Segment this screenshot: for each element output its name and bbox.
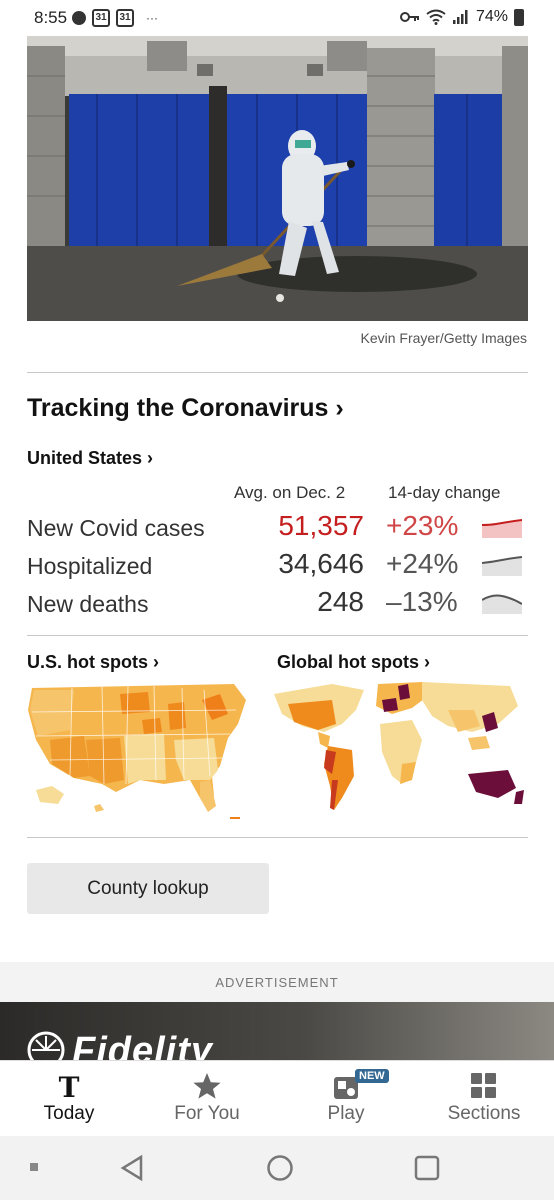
key-icon bbox=[399, 12, 419, 22]
deaths-value: 248 bbox=[317, 586, 364, 617]
hospitalized-label: Hospitalized bbox=[27, 553, 153, 579]
messenger-icon bbox=[72, 11, 86, 25]
county-lookup-button[interactable]: County lookup bbox=[27, 863, 269, 914]
signal-icon bbox=[452, 10, 468, 24]
svg-text:T: T bbox=[59, 1071, 80, 1101]
calendar-icon: 31 bbox=[92, 9, 110, 27]
tab-play-label: Play bbox=[327, 1103, 365, 1124]
bottom-navigation: T Today For You NEW Play Sections bbox=[0, 1060, 554, 1136]
status-bar: 8:55 31 31 ··· 74% bbox=[0, 0, 554, 36]
back-icon[interactable] bbox=[119, 1154, 145, 1182]
recent-apps-indicator-icon[interactable] bbox=[29, 1162, 39, 1172]
divider bbox=[27, 635, 528, 636]
tab-for-you[interactable]: For You bbox=[138, 1061, 276, 1137]
avg-column-header: Avg. on Dec. 2 bbox=[234, 483, 346, 502]
us-hot-spots-map[interactable] bbox=[24, 680, 250, 822]
cases-label: New Covid cases bbox=[27, 515, 205, 541]
deaths-change: –13% bbox=[386, 586, 458, 617]
tab-today[interactable]: T Today bbox=[0, 1061, 138, 1137]
cases-change: +23% bbox=[386, 510, 459, 541]
hospitalized-change: +24% bbox=[386, 548, 459, 579]
divider bbox=[27, 837, 528, 838]
photo-credit: Kevin Frayer/Getty Images bbox=[360, 330, 527, 346]
cases-value: 51,357 bbox=[278, 510, 364, 541]
battery-percent: 74% bbox=[475, 8, 508, 25]
global-hot-spots-link[interactable]: Global hot spots › bbox=[277, 652, 430, 673]
system-icons: 74% bbox=[399, 8, 524, 26]
system-navigation-bar bbox=[0, 1136, 554, 1200]
new-badge: NEW bbox=[355, 1069, 389, 1083]
change-column-header: 14-day change bbox=[388, 483, 501, 502]
hospitalized-trend-sparkline bbox=[482, 556, 522, 576]
united-states-link[interactable]: United States › bbox=[27, 448, 153, 469]
global-hot-spots-map[interactable] bbox=[272, 680, 530, 812]
star-icon bbox=[193, 1073, 221, 1099]
tab-sections[interactable]: Sections bbox=[415, 1061, 553, 1137]
nyt-logo-icon: T bbox=[59, 1071, 80, 1101]
tab-for-you-label: For You bbox=[174, 1103, 240, 1124]
grid-icon bbox=[471, 1073, 496, 1098]
home-icon[interactable] bbox=[266, 1154, 294, 1182]
notification-icons: 31 31 ··· bbox=[72, 9, 158, 27]
ad-banner[interactable]: Fidelity bbox=[0, 1002, 554, 1060]
ad-label: ADVERTISEMENT bbox=[215, 975, 339, 990]
fidelity-logo-icon bbox=[27, 1031, 65, 1060]
deaths-label: New deaths bbox=[27, 591, 149, 617]
hero-photo[interactable] bbox=[27, 36, 528, 321]
wifi-icon bbox=[426, 9, 446, 25]
tab-play[interactable]: NEW Play bbox=[277, 1061, 415, 1137]
tab-today-label: Today bbox=[43, 1103, 95, 1124]
cases-trend-sparkline bbox=[482, 519, 522, 538]
ad-brand: Fidelity bbox=[72, 1030, 214, 1060]
us-hot-spots-link[interactable]: U.S. hot spots › bbox=[27, 652, 159, 673]
deaths-trend-sparkline bbox=[482, 594, 522, 614]
overview-icon[interactable] bbox=[413, 1154, 441, 1182]
calendar-icon: 31 bbox=[116, 9, 134, 27]
battery-icon bbox=[514, 8, 524, 26]
hospitalized-value: 34,646 bbox=[278, 548, 364, 579]
divider bbox=[27, 372, 528, 373]
tracker-title-link[interactable]: Tracking the Coronavirus › bbox=[27, 394, 344, 423]
tab-sections-label: Sections bbox=[447, 1103, 521, 1124]
status-time: 8:55 bbox=[34, 8, 68, 27]
more-notifications-icon: ··· bbox=[146, 11, 158, 25]
hero-illustration bbox=[27, 36, 528, 321]
